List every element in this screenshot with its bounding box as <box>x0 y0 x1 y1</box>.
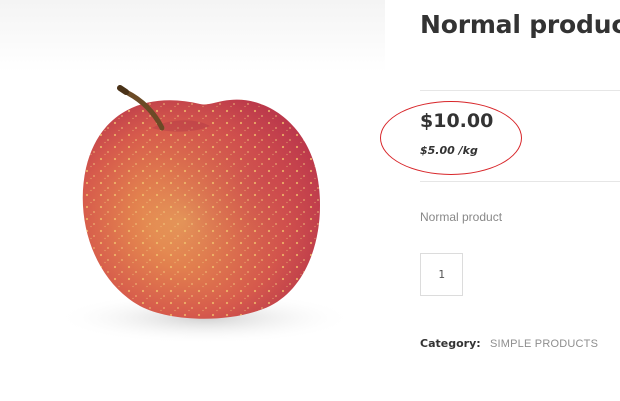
product-image[interactable] <box>0 0 385 401</box>
category-link[interactable]: SIMPLE PRODUCTS <box>490 338 598 350</box>
divider <box>420 181 620 182</box>
product-meta: Category: SIMPLE PRODUCTS <box>420 336 598 350</box>
divider <box>420 90 620 91</box>
quantity-input[interactable] <box>420 253 463 296</box>
product-short-description: Normal product <box>420 210 503 224</box>
apple-icon <box>55 85 355 344</box>
category-label: Category: <box>420 337 481 350</box>
price-highlight-circle <box>380 101 522 175</box>
product-title: Normal product <box>420 10 620 39</box>
